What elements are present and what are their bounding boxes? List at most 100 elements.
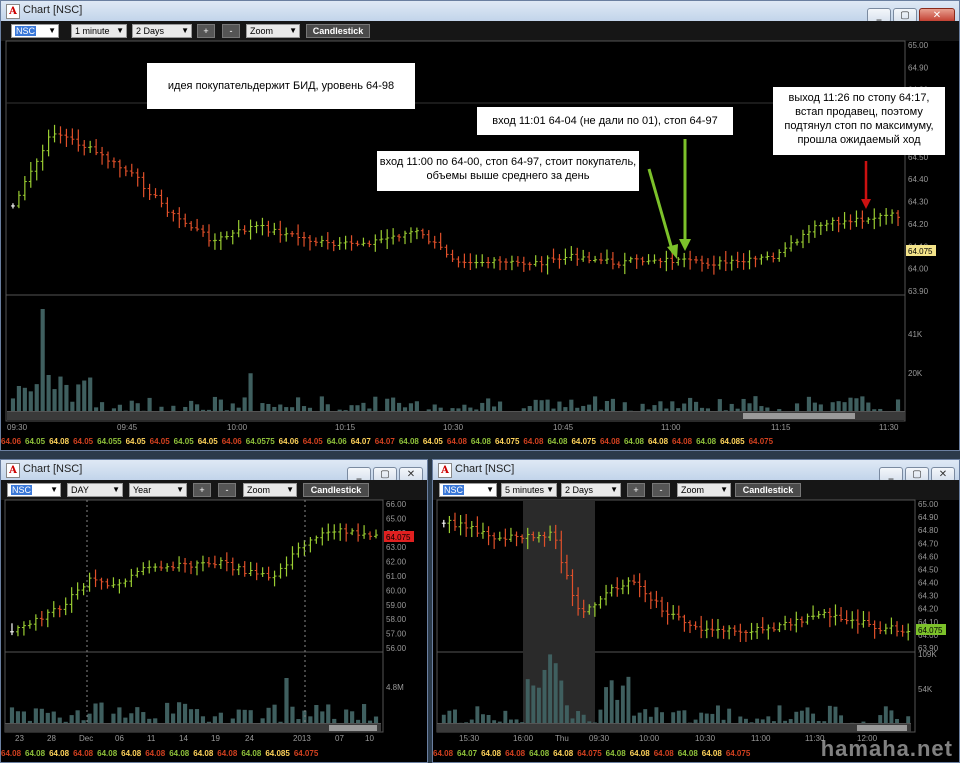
ticker-price: 64.08 — [696, 437, 717, 446]
scroll-thumb[interactable] — [329, 725, 377, 731]
y-tick-label: 64.30 — [918, 592, 939, 601]
chart-window-5min: A Chart [NSC] _ ▢ ✕ NSC ▼ 5 minutes ▼ 2 Days… — [432, 459, 960, 763]
arrow-head-icon — [679, 239, 691, 251]
ticker-price: 64.06 — [326, 437, 347, 446]
price-panel-frame — [4, 499, 384, 653]
ticker-price: 64.05 — [422, 437, 443, 446]
volume-tick-label: 109K — [918, 650, 937, 659]
ticker-price: 64.085 — [720, 437, 745, 446]
price-ticker-row: 64.06 64.05 64.08 64.05 64.055 64.05 64.05 64.0… — [1, 437, 959, 449]
x-tick-label: 11 — [147, 734, 156, 743]
ticker-price: 64.075 — [577, 749, 602, 758]
y-tick-label: 64.60 — [918, 552, 939, 561]
volume-bar — [542, 669, 547, 730]
horizontal-scrollbar[interactable] — [5, 723, 381, 732]
ticker-price: 64.08 — [49, 749, 70, 758]
y-tick-label: 64.30 — [908, 198, 929, 207]
ticker-price: 64.08 — [605, 749, 626, 758]
x-tick-label: Thu — [555, 734, 569, 743]
price-panel-frame — [436, 499, 916, 653]
price-ticker-row: 64.08 64.08 64.08 64.08 64.08 64.08 64.08 64.08… — [1, 749, 427, 761]
ticker-price: 64.08 — [73, 749, 94, 758]
ticker-price: 64.075 — [748, 437, 774, 446]
x-tick-label: 2013 — [293, 734, 311, 743]
ticker-price: 64.08 — [553, 749, 574, 758]
ticker-price: 64.08 — [701, 749, 722, 758]
annotation-idea: идея покупательдержит БИД, уровень 64-98 — [147, 63, 415, 109]
volume-tick-label: 20K — [908, 369, 923, 378]
ticker-price: 64.06 — [278, 437, 299, 446]
current-price-label: 64.075 — [918, 626, 943, 635]
ticker-price: 64.08 — [623, 437, 645, 446]
x-tick-label: 09:45 — [117, 423, 138, 432]
x-tick-label: 10 — [365, 734, 374, 743]
ticker-price: 64.05 — [302, 437, 323, 446]
y-tick-label: 58.00 — [386, 615, 407, 624]
ticker-price: 64.08 — [398, 437, 419, 446]
ticker-price: 64.08 — [653, 749, 674, 758]
volume-panel-frame — [436, 651, 916, 733]
price-volume-plot[interactable]: 65.0064.9064.8064.7064.6064.5064.4064.30… — [433, 460, 959, 762]
x-tick-label: 11:15 — [771, 423, 791, 432]
ticker-price: 64.08 — [145, 749, 166, 758]
volume-bar — [40, 309, 45, 419]
chart-window-1min: A Chart [NSC] _ ▢ ✕ NSC ▼ 1 minute ▼ 2 Days ▼… — [0, 0, 960, 451]
ticker-price: 64.08 — [25, 749, 46, 758]
scroll-thumb[interactable] — [743, 413, 855, 419]
entry-arrow — [647, 168, 675, 254]
x-tick-label: 10:30 — [443, 423, 464, 432]
ticker-price: 64.08 — [672, 437, 693, 446]
x-tick-label: 10:30 — [695, 734, 716, 743]
y-tick-label: 64.80 — [918, 526, 939, 535]
x-tick-label: 06 — [115, 734, 124, 743]
y-tick-label: 57.00 — [386, 630, 407, 639]
scroll-thumb[interactable] — [857, 725, 907, 731]
x-tick-label: 10:00 — [639, 734, 660, 743]
y-tick-label: 60.00 — [386, 586, 407, 595]
price-volume-plot[interactable]: 66.0065.0064.0063.0062.0061.0060.0059.00… — [1, 460, 427, 762]
horizontal-scrollbar[interactable] — [437, 723, 911, 732]
ticker-price: 64.08 — [523, 437, 544, 446]
y-tick-label: 64.70 — [918, 539, 939, 548]
x-tick-label: 15:30 — [459, 734, 480, 743]
ticker-price: 64.08 — [446, 437, 467, 446]
x-tick-label: 11:30 — [879, 423, 899, 432]
ticker-price: 64.08 — [193, 749, 214, 758]
ticker-price: 64.0575 — [245, 437, 275, 446]
x-tick-label: Dec — [79, 734, 93, 743]
y-tick-label: 65.00 — [386, 514, 407, 523]
x-tick-label: 07 — [335, 734, 344, 743]
x-tick-label: 09:30 — [589, 734, 610, 743]
ticker-price: 64.05 — [73, 437, 94, 446]
watermark: hamaha.net — [820, 736, 953, 761]
ticker-price: 64.08 — [433, 749, 454, 758]
horizontal-scrollbar[interactable] — [7, 411, 905, 420]
annotation-entry-1100: вход 11:00 по 64-00, стоп 64-97, стоит п… — [377, 151, 639, 191]
ticker-price: 64.08 — [241, 749, 262, 758]
ticker-price: 64.06 — [221, 437, 242, 446]
x-tick-label: 24 — [245, 734, 254, 743]
current-price-label: 64.075 — [386, 533, 411, 542]
y-tick-label: 64.50 — [918, 565, 939, 574]
volume-tick-label: 41K — [908, 330, 923, 339]
ticker-price: 64.05 — [149, 437, 170, 446]
ticker-price: 64.08 — [529, 749, 550, 758]
ticker-price: 64.08 — [547, 437, 568, 446]
ticker-price: 64.07 — [350, 437, 371, 446]
ticker-price: 64.085 — [265, 749, 290, 758]
ticker-price: 64.08 — [648, 437, 669, 446]
x-tick-label: 09:30 — [7, 423, 28, 432]
ticker-price: 64.08 — [217, 749, 238, 758]
ticker-price: 64.08 — [1, 749, 22, 758]
ticker-price: 64.055 — [97, 437, 122, 446]
x-tick-label: 11:00 — [661, 423, 681, 432]
y-tick-label: 66.00 — [386, 500, 407, 509]
ticker-price: 64.05 — [125, 437, 146, 446]
y-tick-label: 64.40 — [908, 175, 929, 184]
x-tick-label: 19 — [211, 734, 220, 743]
x-tick-label: 11:00 — [751, 734, 771, 743]
ticker-price: 64.07 — [374, 437, 395, 446]
ticker-price: 64.08 — [121, 749, 142, 758]
ticker-price: 64.05 — [197, 437, 218, 446]
price-volume-plot[interactable]: 65.0064.9064.8064.7064.6064.5064.4064.30… — [1, 1, 959, 450]
